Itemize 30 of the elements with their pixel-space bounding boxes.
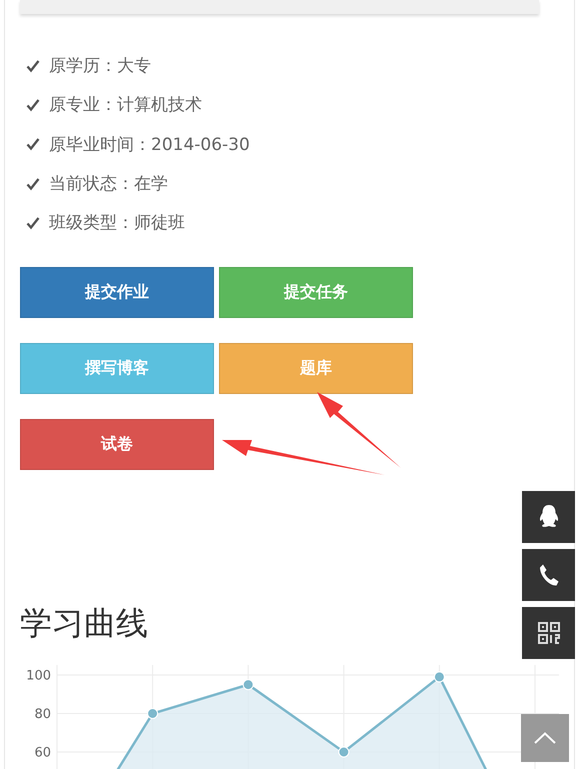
info-text: 原专业：计算机技术 xyxy=(49,94,202,116)
action-button[interactable]: 题库 xyxy=(219,343,413,394)
check-icon xyxy=(26,176,40,191)
action-button[interactable]: 试卷 xyxy=(20,419,214,470)
info-text: 原学历：大专 xyxy=(49,55,151,78)
check-icon xyxy=(26,98,40,112)
action-button[interactable]: 提交任务 xyxy=(219,267,413,318)
data-point xyxy=(242,680,254,691)
chevron-up-icon xyxy=(534,732,556,744)
check-icon xyxy=(26,216,40,230)
side-tool-button[interactable] xyxy=(522,607,575,659)
side-tool-button[interactable] xyxy=(522,491,575,543)
axis-label: 60 xyxy=(34,746,51,761)
check-icon xyxy=(26,137,40,152)
data-point xyxy=(434,672,445,683)
section-title: 学习曲线 xyxy=(20,603,148,644)
info-text: 班级类型：师徒班 xyxy=(49,212,185,234)
data-point xyxy=(147,708,158,720)
check-icon xyxy=(26,58,40,73)
data-point xyxy=(338,746,350,758)
action-button[interactable]: 提交作业 xyxy=(20,267,214,318)
axis-label: 80 xyxy=(34,707,51,722)
info-text: 当前状态：在学 xyxy=(49,173,168,196)
side-tool-button[interactable] xyxy=(522,549,575,601)
penguin-icon xyxy=(538,504,560,530)
info-text: 原毕业时间：2014-06-30 xyxy=(49,134,250,156)
qr-code-icon xyxy=(536,621,560,645)
action-button[interactable]: 撰写博客 xyxy=(20,343,214,394)
phone-icon xyxy=(538,563,560,587)
axis-label: 100 xyxy=(26,668,51,684)
